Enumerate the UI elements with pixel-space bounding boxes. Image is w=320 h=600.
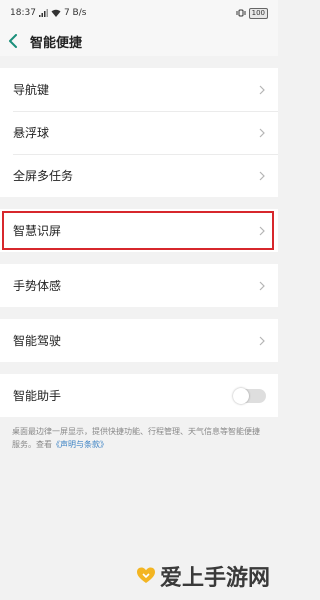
settings-group-gesture: 手势体感 xyxy=(0,264,278,307)
assistant-description: 桌面最边律一屏显示，提供快捷功能、行程管理、天气信息等智能便捷服务。查看《声明与… xyxy=(0,417,278,451)
row-fullscreen-multitask[interactable]: 全屏多任务 xyxy=(0,154,278,197)
settings-group-driving: 智能驾驶 xyxy=(0,319,278,362)
chevron-right-icon xyxy=(259,281,265,290)
status-right: 100 xyxy=(236,7,268,19)
row-label: 导航键 xyxy=(13,83,50,97)
network-speed: 7 B/s xyxy=(63,8,87,18)
row-smart-assistant[interactable]: 智能助手 xyxy=(0,374,278,417)
watermark-text: 爱上手游网 xyxy=(159,566,270,591)
wifi-icon xyxy=(51,9,61,17)
watermark: 爱上手游网 xyxy=(136,560,270,592)
status-time: 18:37 xyxy=(10,8,36,18)
chevron-right-icon xyxy=(259,226,265,235)
top-bar: 智能便捷 xyxy=(0,26,278,56)
row-label: 全屏多任务 xyxy=(13,169,74,183)
settings-group-smart-screen: 智慧识屏 xyxy=(0,209,278,252)
row-smart-screen-recognition[interactable]: 智慧识屏 xyxy=(0,209,278,252)
row-floating-ball[interactable]: 悬浮球 xyxy=(0,111,278,154)
row-label: 智慧识屏 xyxy=(13,224,62,238)
row-label: 悬浮球 xyxy=(13,126,50,140)
row-gesture-motion[interactable]: 手势体感 xyxy=(0,264,278,307)
status-bar: 18:37 7 B/s 100 xyxy=(0,0,278,26)
settings-group-assistant: 智能助手 xyxy=(0,374,278,417)
back-arrow-icon xyxy=(9,34,17,48)
row-label: 手势体感 xyxy=(13,279,62,293)
settings-group-navigation: 导航键 悬浮球 全屏多任务 xyxy=(0,68,278,197)
chevron-right-icon xyxy=(259,85,265,94)
row-navigation-keys[interactable]: 导航键 xyxy=(0,68,278,111)
row-label: 智能助手 xyxy=(13,389,62,403)
battery-indicator: 100 xyxy=(248,7,268,19)
row-smart-driving[interactable]: 智能驾驶 xyxy=(0,319,278,362)
status-left: 18:37 7 B/s xyxy=(10,8,86,18)
assistant-toggle[interactable] xyxy=(233,387,266,404)
chevron-right-icon xyxy=(259,128,265,137)
page-title: 智能便捷 xyxy=(30,35,83,51)
signal-icon xyxy=(38,9,48,17)
terms-link[interactable]: 《声明与条款》 xyxy=(52,440,108,449)
heart-logo-icon xyxy=(136,567,155,583)
toggle-knob xyxy=(233,387,249,404)
vibrate-icon xyxy=(236,9,246,17)
back-button[interactable] xyxy=(8,31,26,51)
description-text: 桌面最边律一屏显示，提供快捷功能、行程管理、天气信息等智能便捷服务。查看 xyxy=(12,427,260,449)
chevron-right-icon xyxy=(259,336,265,345)
chevron-right-icon xyxy=(259,171,265,180)
row-label: 智能驾驶 xyxy=(13,334,62,348)
